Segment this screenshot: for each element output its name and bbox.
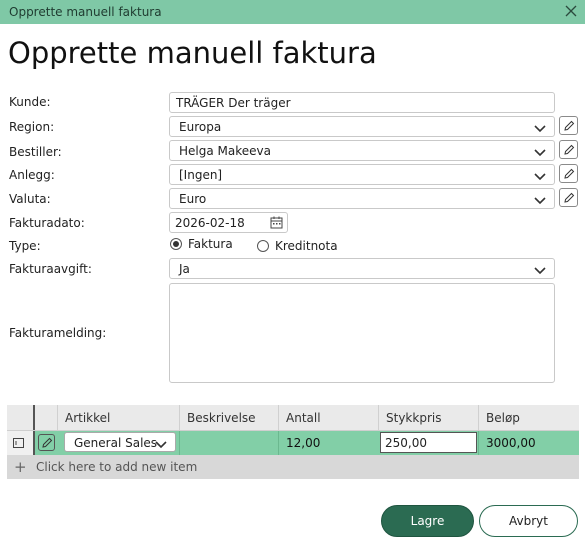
invoice-lines-grid: Artikkel Beskrivelse Antall Stykkpris Be…: [7, 405, 579, 479]
belop-cell: 3000,00: [478, 431, 579, 455]
valuta-select[interactable]: Euro: [169, 188, 555, 209]
region-edit-button[interactable]: [559, 116, 578, 135]
fakturaavgift-value: Ja: [179, 262, 190, 276]
fakturamelding-label: Fakturamelding:: [9, 326, 107, 340]
col-belop[interactable]: Beløp: [478, 405, 579, 430]
pencil-icon: [564, 120, 575, 131]
add-new-item-label: Click here to add new item: [36, 460, 198, 474]
valuta-edit-button[interactable]: [559, 188, 578, 207]
artikkel-value: General Sales: [74, 436, 158, 450]
col-artikkel[interactable]: Artikkel: [57, 405, 179, 430]
type-label: Type:: [9, 239, 41, 253]
row-edit-button[interactable]: [38, 434, 55, 451]
cancel-button[interactable]: Avbryt: [479, 505, 578, 537]
pencil-icon: [564, 168, 575, 179]
bestiller-value: Helga Makeeva: [179, 144, 271, 158]
anlegg-value: [Ingen]: [179, 168, 223, 182]
pencil-icon: [564, 192, 575, 203]
table-row[interactable]: General Sales 12,00 250,00 3000,00: [7, 431, 579, 455]
anlegg-label: Anlegg:: [9, 168, 55, 182]
kunde-value: TRÄGER Der träger: [176, 96, 291, 110]
type-option-kreditnota: Kreditnota: [275, 239, 338, 253]
fakturadato-label: Fakturadato:: [9, 216, 85, 230]
bestiller-edit-button[interactable]: [559, 140, 578, 159]
artikkel-select[interactable]: General Sales: [64, 432, 176, 452]
chevron-down-icon: [534, 170, 546, 181]
radio-checked-icon: [170, 238, 182, 250]
bestiller-select[interactable]: Helga Makeeva: [169, 140, 555, 161]
radio-unchecked-icon: [257, 240, 269, 252]
stykkpris-input[interactable]: 250,00: [380, 432, 477, 453]
chevron-down-icon: [534, 264, 546, 275]
region-label: Region:: [9, 120, 55, 134]
fakturaavgift-select[interactable]: Ja: [169, 258, 555, 279]
kunde-label: Kunde:: [9, 95, 51, 109]
antall-cell[interactable]: 12,00: [278, 431, 378, 455]
fakturaavgift-label: Fakturaavgift:: [9, 262, 92, 276]
row-edit-cell[interactable]: [33, 431, 57, 455]
save-button[interactable]: Lagre: [381, 505, 474, 537]
chevron-down-icon: [534, 146, 546, 157]
fakturamelding-textarea[interactable]: [169, 283, 555, 383]
col-beskrivelse[interactable]: Beskrivelse: [179, 405, 278, 430]
anlegg-select[interactable]: [Ingen]: [169, 164, 555, 185]
col-antall[interactable]: Antall: [278, 405, 378, 430]
window-titlebar: Opprette manuell faktura: [0, 0, 585, 24]
type-radio-faktura[interactable]: Faktura: [170, 237, 233, 251]
pencil-icon: [564, 144, 575, 155]
grid-header: Artikkel Beskrivelse Antall Stykkpris Be…: [7, 405, 579, 431]
chevron-down-icon: [155, 438, 167, 452]
chevron-down-icon: [534, 194, 546, 205]
page-title: Opprette manuell faktura: [8, 36, 377, 70]
valuta-value: Euro: [179, 192, 207, 206]
grid-header-edit: [33, 405, 57, 430]
row-indicator: [7, 431, 33, 455]
region-value: Europa: [179, 120, 222, 134]
type-radio-kreditnota[interactable]: Kreditnota: [257, 239, 338, 253]
col-stykkpris[interactable]: Stykkpris: [378, 405, 478, 430]
row-indicator-icon: [13, 438, 24, 448]
window-title: Opprette manuell faktura: [9, 5, 162, 19]
fakturadato-input[interactable]: 2026-02-18: [169, 212, 288, 233]
anlegg-edit-button[interactable]: [559, 164, 578, 183]
plus-icon: +: [14, 458, 27, 476]
chevron-down-icon: [534, 122, 546, 133]
close-icon[interactable]: [563, 3, 579, 19]
kunde-field[interactable]: TRÄGER Der träger: [169, 92, 555, 113]
beskrivelse-cell[interactable]: [179, 431, 278, 455]
pencil-icon: [42, 437, 53, 448]
type-option-faktura: Faktura: [188, 237, 233, 251]
grid-header-indicator: [7, 405, 33, 430]
region-select[interactable]: Europa: [169, 116, 555, 137]
add-new-item-row[interactable]: + Click here to add new item: [7, 455, 579, 479]
bestiller-label: Bestiller:: [9, 145, 62, 159]
calendar-icon[interactable]: [270, 216, 283, 232]
valuta-label: Valuta:: [9, 192, 51, 206]
fakturadato-value: 2026-02-18: [175, 216, 245, 230]
